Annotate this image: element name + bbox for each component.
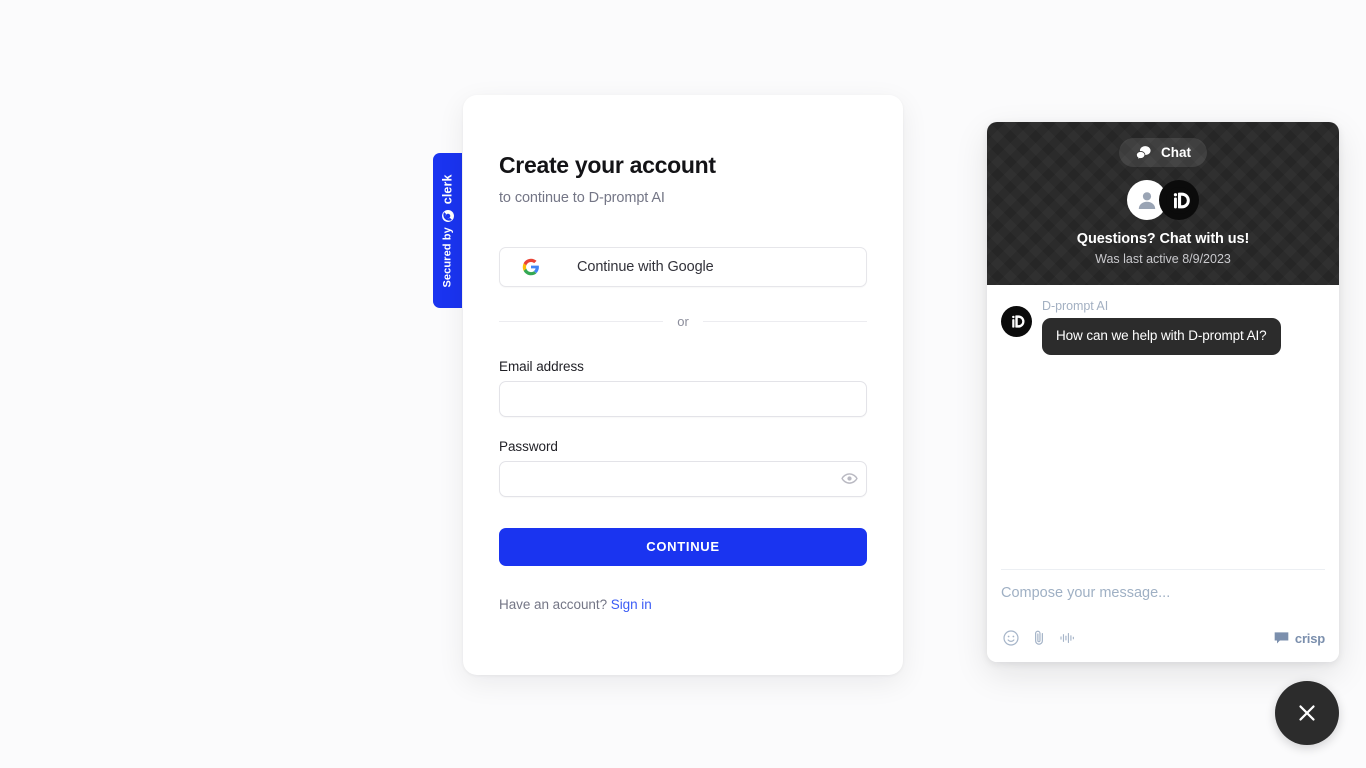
page-subtitle: to continue to D-prompt AI [499,189,665,206]
password-field-group: Password [499,439,867,497]
chat-message-list: D-prompt AI How can we help with D-promp… [987,285,1339,569]
chat-last-active-label: Was last active 8/9/2023 [1095,252,1231,266]
have-account-label: Have an account? [499,596,608,612]
google-button-label: Continue with Google [577,258,714,275]
chat-avatars-group [1127,180,1199,220]
google-g-icon [522,258,539,275]
chat-widget-header: Chat Questions? Chat with us! Was last a… [987,122,1339,285]
sign-in-link[interactable]: Sign in [611,597,652,612]
page-title: Create your account [499,152,716,178]
password-input-wrap [499,460,867,497]
clerk-brand-label: clerk [440,173,455,204]
or-divider: or [499,314,867,329]
chat-message: D-prompt AI How can we help with D-promp… [1001,299,1325,355]
email-field-group: Email address [499,359,867,417]
continue-with-google-button[interactable]: Continue with Google [499,246,867,287]
message-bubble: How can we help with D-prompt AI? [1042,318,1281,355]
signup-card: Create your account to continue to D-pro… [463,95,903,675]
chat-widget: Chat Questions? Chat with us! Was last a… [987,122,1339,662]
divider-rule-right [702,320,867,322]
operator-avatar [1159,180,1199,220]
chat-bubbles-icon [1136,146,1151,161]
clerk-secured-badge[interactable]: Secured by clerk [433,153,462,308]
password-visibility-toggle-button[interactable] [840,470,858,488]
message-body: D-prompt AI How can we help with D-promp… [1042,299,1281,355]
eye-icon [840,473,858,484]
chat-close-button[interactable] [1275,681,1339,745]
chat-tab-label: Chat [1161,145,1191,160]
crisp-branding[interactable]: crisp [1273,631,1325,646]
clerk-badge-content: Secured by clerk [441,174,455,287]
email-input-wrap [499,380,867,417]
paperclip-attachment-icon[interactable] [1029,628,1049,648]
password-label: Password [499,438,558,454]
continue-button[interactable]: CONTINUE [499,527,867,566]
emoji-smiley-icon[interactable] [1001,628,1021,648]
divider-rule-left [499,320,664,322]
chat-compose-area: crisp [987,570,1339,662]
divider-label: or [677,313,689,329]
clerk-secured-label: Secured by [441,226,454,288]
email-input[interactable] [499,380,867,417]
chat-heading: Questions? Chat with us! [1076,231,1250,247]
clerk-logo-icon [441,209,454,222]
d-prompt-logo-icon [1165,186,1193,214]
email-label: Email address [499,358,584,374]
d-prompt-logo-icon [1006,311,1027,332]
message-sender-name: D-prompt AI [1042,299,1109,313]
message-avatar [1001,306,1032,337]
user-avatar-icon [1138,192,1156,209]
audio-waveform-icon[interactable] [1057,628,1077,648]
crisp-branding-label: crisp [1294,630,1325,646]
compose-toolbar: crisp [1001,628,1325,648]
password-input[interactable] [499,460,867,497]
crisp-bubble-icon [1274,631,1289,644]
signin-row: Have an account? Sign in [499,597,867,612]
close-x-icon [1299,705,1315,721]
compose-message-input[interactable] [1001,585,1325,601]
chat-tab-button[interactable]: Chat [1119,138,1207,167]
